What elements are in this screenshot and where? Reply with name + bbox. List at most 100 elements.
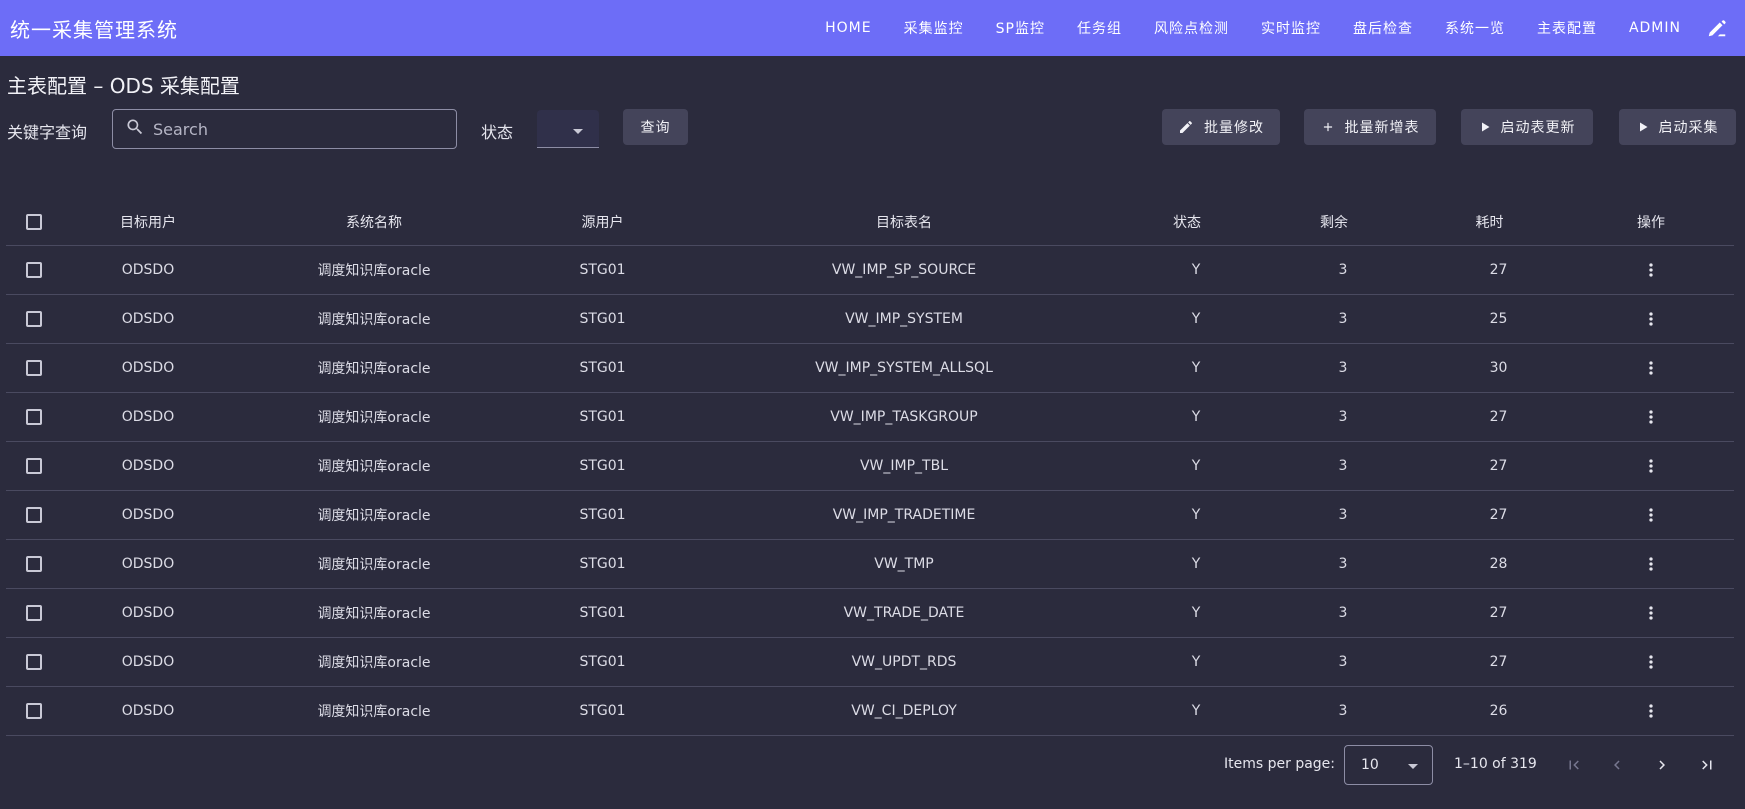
more-vert-icon[interactable]: [1635, 254, 1667, 286]
table-row[interactable]: ODSDO 调度知识库oracle STG01 VW_IMP_TASKGROUP Y 3 2…: [6, 392, 1734, 442]
page-range-label: 1–10 of 319: [1454, 756, 1537, 772]
cell-remaining: 3: [1257, 539, 1411, 589]
cell-actions: [1568, 588, 1734, 638]
nav-master-table-config[interactable]: 主表配置: [1521, 0, 1613, 56]
table-row[interactable]: ODSDO 调度知识库oracle STG01 VW_IMP_TBL Y 3 27: [6, 441, 1734, 491]
cell-status: Y: [1117, 343, 1257, 393]
table-row[interactable]: ODSDO 调度知识库oracle STG01 VW_IMP_SYSTEM Y 3 25: [6, 294, 1734, 344]
table-row[interactable]: ODSDO 调度知识库oracle STG01 VW_TRADE_DATE Y 3 27: [6, 588, 1734, 638]
cell-target-table: VW_IMP_SYSTEM: [691, 294, 1117, 344]
prev-page-icon[interactable]: [1601, 749, 1633, 781]
more-vert-icon[interactable]: [1635, 352, 1667, 384]
cell-system-name: 调度知识库oracle: [234, 343, 514, 393]
table-row[interactable]: ODSDO 调度知识库oracle STG01 VW_IMP_TRADETIME Y 3 2…: [6, 490, 1734, 540]
search-field[interactable]: [112, 109, 457, 149]
search-input[interactable]: [153, 119, 443, 139]
nav-home[interactable]: HOME: [809, 0, 887, 56]
table-row[interactable]: ODSDO 调度知识库oracle STG01 VW_UPDT_RDS Y 3 27: [6, 637, 1734, 687]
cell-actions: [1568, 490, 1734, 540]
nav-task-group[interactable]: 任务组: [1061, 0, 1138, 56]
table-row[interactable]: ODSDO 调度知识库oracle STG01 VW_CI_DEPLOY Y 3 26: [6, 686, 1734, 736]
nav-after-close-check[interactable]: 盘后检查: [1337, 0, 1429, 56]
table-row[interactable]: ODSDO 调度知识库oracle STG01 VW_IMP_SP_SOURCE Y 3 2…: [6, 245, 1734, 295]
items-per-page-label: Items per page:: [1224, 756, 1336, 772]
batch-add-table-button[interactable]: 批量新增表: [1304, 109, 1436, 145]
row-select-checkbox[interactable]: [26, 506, 42, 523]
row-select-checkbox[interactable]: [26, 457, 42, 474]
header-system-name[interactable]: 系统名称: [234, 199, 514, 246]
more-vert-icon[interactable]: [1635, 303, 1667, 335]
batch-edit-label: 批量修改: [1204, 120, 1264, 136]
cell-target-user: ODSDO: [62, 343, 234, 393]
more-vert-icon[interactable]: [1635, 597, 1667, 629]
header-target-user[interactable]: 目标用户: [62, 199, 234, 246]
cell-remaining: 3: [1257, 588, 1411, 638]
cell-system-name: 调度知识库oracle: [234, 245, 514, 295]
cell-target-table: VW_TRADE_DATE: [691, 588, 1117, 638]
header-elapsed[interactable]: 耗时: [1411, 199, 1568, 246]
row-select-checkbox[interactable]: [26, 604, 42, 621]
next-page-icon[interactable]: [1646, 749, 1678, 781]
row-select-checkbox[interactable]: [26, 310, 42, 327]
start-collect-button[interactable]: 启动采集: [1619, 109, 1736, 145]
first-page-icon[interactable]: [1558, 749, 1590, 781]
page-size-select[interactable]: 10: [1344, 745, 1433, 785]
more-vert-icon[interactable]: [1635, 450, 1667, 482]
nav-realtime-monitor[interactable]: 实时监控: [1245, 0, 1337, 56]
table-row[interactable]: ODSDO 调度知识库oracle STG01 VW_IMP_SYSTEM_ALLSQ…: [6, 343, 1734, 393]
cell-status: Y: [1117, 637, 1257, 687]
data-table: 目标用户 系统名称 源用户 目标表名 状态 剩余 耗时 操作 ODSDO 调度知识…: [6, 199, 1734, 736]
header-target-table[interactable]: 目标表名: [691, 199, 1117, 246]
row-checkbox: [6, 539, 62, 589]
more-vert-icon[interactable]: [1635, 695, 1667, 727]
cell-source-user: STG01: [514, 637, 691, 687]
cell-elapsed: 27: [1411, 392, 1568, 442]
play-icon: [1481, 122, 1489, 132]
nav-system-overview[interactable]: 系统一览: [1429, 0, 1521, 56]
row-select-checkbox[interactable]: [26, 702, 42, 719]
last-page-icon[interactable]: [1691, 749, 1723, 781]
cell-source-user: STG01: [514, 392, 691, 442]
start-table-update-label: 启动表更新: [1500, 120, 1576, 136]
cell-system-name: 调度知识库oracle: [234, 294, 514, 344]
more-vert-icon[interactable]: [1635, 499, 1667, 531]
select-all-checkbox[interactable]: [26, 213, 42, 230]
nav-admin[interactable]: ADMIN: [1613, 0, 1697, 56]
row-select-checkbox[interactable]: [26, 261, 42, 278]
cell-target-table: VW_IMP_SP_SOURCE: [691, 245, 1117, 295]
cell-system-name: 调度知识库oracle: [234, 539, 514, 589]
cell-system-name: 调度知识库oracle: [234, 392, 514, 442]
batch-edit-button[interactable]: 批量修改: [1162, 109, 1280, 145]
cell-source-user: STG01: [514, 686, 691, 736]
start-table-update-button[interactable]: 启动表更新: [1461, 109, 1593, 145]
cell-elapsed: 28: [1411, 539, 1568, 589]
row-select-checkbox[interactable]: [26, 555, 42, 572]
row-checkbox: [6, 637, 62, 687]
header-source-user[interactable]: 源用户: [514, 199, 691, 246]
plus-icon: [1323, 122, 1332, 132]
header-remaining[interactable]: 剩余: [1257, 199, 1411, 246]
query-button[interactable]: 查询: [623, 109, 688, 145]
header-status[interactable]: 状态: [1117, 199, 1257, 246]
more-vert-icon[interactable]: [1635, 646, 1667, 678]
nav-sp-monitor[interactable]: SP监控: [980, 0, 1061, 56]
cell-target-table: VW_IMP_TBL: [691, 441, 1117, 491]
table-row[interactable]: ODSDO 调度知识库oracle STG01 VW_TMP Y 3 28: [6, 539, 1734, 589]
cell-status: Y: [1117, 392, 1257, 442]
palette-brush-icon[interactable]: [1699, 10, 1735, 46]
nav-risk-detection[interactable]: 风险点检测: [1138, 0, 1245, 56]
cell-system-name: 调度知识库oracle: [234, 588, 514, 638]
filter-toolbar: 关键字查询 状态 查询 批量修改 批量新增表 启动表更新 启动采集: [0, 108, 1745, 150]
nav-collect-monitor[interactable]: 采集监控: [888, 0, 980, 56]
cell-system-name: 调度知识库oracle: [234, 686, 514, 736]
cell-source-user: STG01: [514, 245, 691, 295]
more-vert-icon[interactable]: [1635, 401, 1667, 433]
row-select-checkbox[interactable]: [26, 653, 42, 670]
cell-remaining: 3: [1257, 294, 1411, 344]
main-nav: HOME 采集监控 SP监控 任务组 风险点检测 实时监控 盘后检查 系统一览 …: [809, 0, 1735, 56]
row-select-checkbox[interactable]: [26, 359, 42, 376]
status-select[interactable]: [537, 110, 599, 148]
more-vert-icon[interactable]: [1635, 548, 1667, 580]
app-title[interactable]: 统一采集管理系统: [10, 14, 178, 43]
row-select-checkbox[interactable]: [26, 408, 42, 425]
